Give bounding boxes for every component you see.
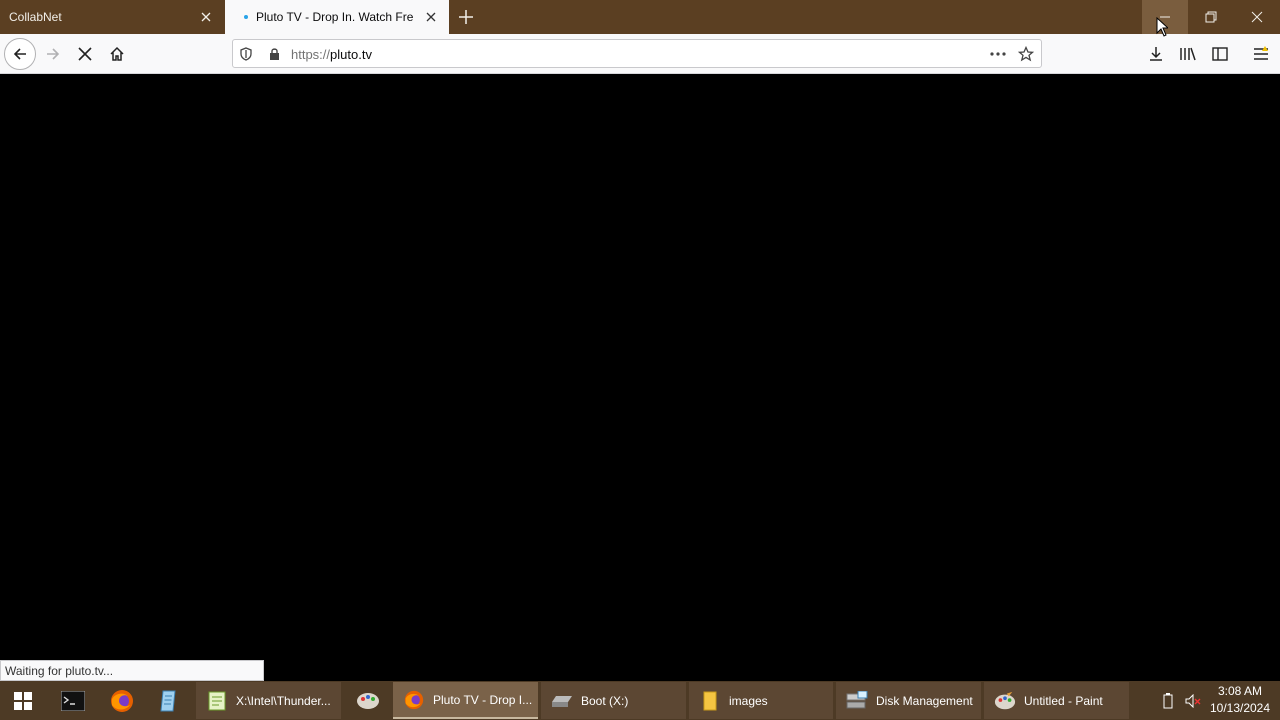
paint-icon [994, 690, 1016, 712]
back-button[interactable] [4, 38, 36, 70]
clock-date: 10/13/2024 [1209, 701, 1271, 715]
library-icon[interactable] [1172, 38, 1204, 70]
home-button[interactable] [101, 38, 133, 70]
paint-palette-icon[interactable] [345, 681, 391, 720]
taskbar-item[interactable]: Pluto TV - Drop I... [393, 682, 538, 719]
close-tab-icon[interactable] [198, 9, 214, 25]
disk-management-icon [846, 690, 868, 712]
notepad-icon [206, 690, 228, 712]
taskbar-item[interactable]: Boot (X:) [541, 682, 686, 719]
folder-icon [699, 690, 721, 712]
notepad-icon[interactable] [146, 681, 192, 720]
tab-collabnet[interactable]: CollabNet [0, 0, 224, 34]
taskbar-item[interactable]: Disk Management [836, 682, 981, 719]
loading-indicator-icon [244, 15, 248, 19]
taskbar: X:\Intel\Thunder... Pluto TV - Drop I...… [0, 681, 1280, 720]
taskbar-item-label: images [729, 693, 768, 708]
bookmark-star-icon[interactable] [1017, 45, 1035, 63]
downloads-button[interactable] [1140, 38, 1172, 70]
terminal-icon[interactable] [50, 681, 96, 720]
url-scheme: https:// [291, 47, 331, 62]
taskbar-item[interactable]: Untitled - Paint [984, 682, 1129, 719]
close-tab-icon[interactable] [423, 9, 439, 25]
tab-title: Pluto TV - Drop In. Watch Free. [256, 10, 413, 24]
status-bar: Waiting for pluto.tv... [0, 660, 264, 681]
tab-bar: CollabNet Pluto TV - Drop In. Watch Free… [0, 0, 1280, 34]
taskbar-item-label: Disk Management [876, 693, 973, 708]
restore-button[interactable] [1188, 0, 1234, 34]
page-actions-menu-icon[interactable] [989, 45, 1007, 63]
hamburger-menu-button[interactable] [1245, 38, 1277, 70]
url-text[interactable]: https://pluto.tv [291, 47, 372, 62]
firefox-icon[interactable] [99, 681, 145, 720]
taskbar-item[interactable]: images [689, 682, 833, 719]
page-content[interactable] [0, 74, 1280, 681]
secure-lock-icon[interactable] [265, 45, 283, 63]
clock-time: 3:08 AM [1217, 684, 1263, 698]
drive-icon [551, 690, 573, 712]
taskbar-item-label: Boot (X:) [581, 693, 629, 708]
tab-pluto-tv[interactable]: Pluto TV - Drop In. Watch Free. [225, 0, 449, 34]
sidebar-toggle-icon[interactable] [1204, 38, 1236, 70]
taskbar-item-label: Untitled - Paint [1024, 693, 1103, 708]
taskbar-item[interactable]: X:\Intel\Thunder... [196, 682, 341, 719]
mouse-cursor-icon [1156, 17, 1168, 37]
tracking-protection-shield-icon[interactable] [237, 45, 255, 63]
navigation-toolbar: https://pluto.tv [0, 34, 1280, 74]
close-window-button[interactable] [1234, 0, 1280, 34]
firefox-icon [403, 689, 425, 711]
url-bar[interactable]: https://pluto.tv [232, 39, 1042, 68]
tab-title: CollabNet [9, 10, 62, 24]
forward-button[interactable] [37, 38, 69, 70]
new-tab-button[interactable] [456, 7, 476, 27]
taskbar-item-label: Pluto TV - Drop I... [433, 692, 533, 707]
stop-loading-button[interactable] [69, 38, 101, 70]
system-clock[interactable]: 3:08 AM 10/13/2024 [1204, 683, 1276, 717]
start-button[interactable] [0, 681, 46, 720]
taskbar-item-label: X:\Intel\Thunder... [236, 693, 331, 708]
url-host: pluto.tv [330, 47, 372, 62]
